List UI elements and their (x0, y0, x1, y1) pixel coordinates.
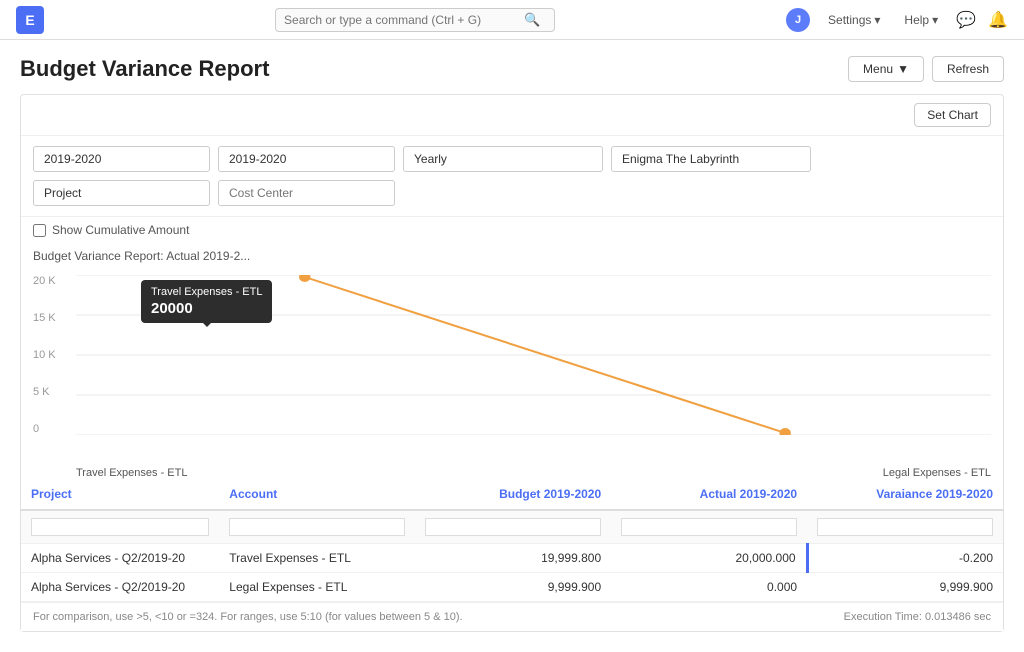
cost-center-filter[interactable] (218, 180, 395, 206)
report-table: Project Account Budget 2019-2020 Actual … (21, 479, 1003, 602)
year-from-filter[interactable] (33, 146, 210, 172)
search-icon: 🔍 (524, 12, 540, 28)
y-label-10k: 10 K (33, 349, 73, 361)
header-actions: Menu ▼ Refresh (848, 56, 1004, 82)
chart-dot-left (299, 275, 310, 282)
col-budget: Budget 2019-2020 (415, 479, 611, 510)
y-label-20k: 20 K (33, 275, 73, 287)
search-input[interactable] (284, 13, 524, 27)
filter-actual-input[interactable] (621, 518, 797, 536)
filter-budget-input[interactable] (425, 518, 601, 536)
company-filter[interactable] (611, 146, 811, 172)
app-logo: E (16, 6, 44, 34)
show-cumulative-checkbox[interactable] (33, 224, 46, 237)
main-content: Set Chart Show Cumulative Amount Budget … (0, 94, 1024, 652)
row2-project: Alpha Services - Q2/2019-20 (21, 573, 219, 602)
x-label-travel: Travel Expenses - ETL (76, 467, 187, 479)
report-card: Set Chart Show Cumulative Amount Budget … (20, 94, 1004, 632)
set-chart-button[interactable]: Set Chart (914, 103, 991, 127)
row2-variance: 9,999.900 (807, 573, 1003, 602)
chart-tooltip: Travel Expenses - ETL 20000 (141, 280, 272, 323)
year-to-filter[interactable] (218, 146, 395, 172)
page-header: Budget Variance Report Menu ▼ Refresh (0, 40, 1024, 94)
nav-left: E (16, 6, 44, 34)
bell-icon[interactable]: 🔔 (988, 10, 1008, 30)
table-row: Alpha Services - Q2/2019-20 Travel Expen… (21, 544, 1003, 573)
period-filter[interactable] (403, 146, 603, 172)
tooltip-title: Travel Expenses - ETL (151, 286, 262, 298)
footer-bar: For comparison, use >5, <10 or =324. For… (21, 602, 1003, 631)
table-header-row: Project Account Budget 2019-2020 Actual … (21, 479, 1003, 510)
col-actual: Actual 2019-2020 (611, 479, 807, 510)
filter-project-input[interactable] (31, 518, 209, 536)
y-label-5k: 5 K (33, 386, 73, 398)
table-filter-row (21, 510, 1003, 544)
project-filter[interactable] (33, 180, 210, 206)
chart-title: Budget Variance Report: Actual 2019-2... (21, 243, 1003, 265)
row1-account: Travel Expenses - ETL (219, 544, 415, 573)
col-account: Account (219, 479, 415, 510)
chart-area: 0 5 K 10 K 15 K 20 K (21, 265, 1003, 465)
show-cumulative-label: Show Cumulative Amount (52, 223, 189, 237)
x-label-legal: Legal Expenses - ETL (883, 467, 991, 479)
checkbox-row: Show Cumulative Amount (21, 217, 1003, 243)
top-nav: E 🔍 J Settings ▾ Help ▾ 💬 🔔 (0, 0, 1024, 40)
row2-actual: 0.000 (611, 573, 807, 602)
y-axis: 0 5 K 10 K 15 K 20 K (33, 275, 73, 435)
filter-account-input[interactable] (229, 518, 405, 536)
y-label-0: 0 (33, 423, 73, 435)
filter-row (21, 136, 1003, 217)
search-box[interactable]: 🔍 (275, 8, 555, 32)
page-title: Budget Variance Report (20, 56, 269, 82)
col-variance: Varaiance 2019-2020 (807, 479, 1003, 510)
tooltip-value: 20000 (151, 300, 262, 317)
x-labels: Travel Expenses - ETL Legal Expenses - E… (21, 465, 1003, 479)
table-row: Alpha Services - Q2/2019-20 Legal Expens… (21, 573, 1003, 602)
refresh-button[interactable]: Refresh (932, 56, 1004, 82)
footer-hint: For comparison, use >5, <10 or =324. For… (33, 611, 463, 623)
row1-actual: 20,000.000 (611, 544, 807, 573)
filter-variance-input[interactable] (817, 518, 993, 536)
y-label-15k: 15 K (33, 312, 73, 324)
set-chart-bar: Set Chart (21, 95, 1003, 136)
row1-variance: -0.200 (807, 544, 1003, 573)
user-badge: J (786, 8, 810, 32)
menu-button[interactable]: Menu ▼ (848, 56, 924, 82)
row1-project: Alpha Services - Q2/2019-20 (21, 544, 219, 573)
row2-budget: 9,999.900 (415, 573, 611, 602)
chat-icon[interactable]: 💬 (956, 10, 976, 30)
footer-execution: Execution Time: 0.013486 sec (844, 611, 991, 623)
row2-account: Legal Expenses - ETL (219, 573, 415, 602)
nav-right: J Settings ▾ Help ▾ 💬 🔔 (786, 8, 1008, 32)
chart-container: 0 5 K 10 K 15 K 20 K (21, 265, 1003, 479)
help-button[interactable]: Help ▾ (898, 10, 944, 30)
col-project: Project (21, 479, 219, 510)
row1-budget: 19,999.800 (415, 544, 611, 573)
settings-button[interactable]: Settings ▾ (822, 10, 886, 30)
chart-dot-right (779, 428, 790, 435)
